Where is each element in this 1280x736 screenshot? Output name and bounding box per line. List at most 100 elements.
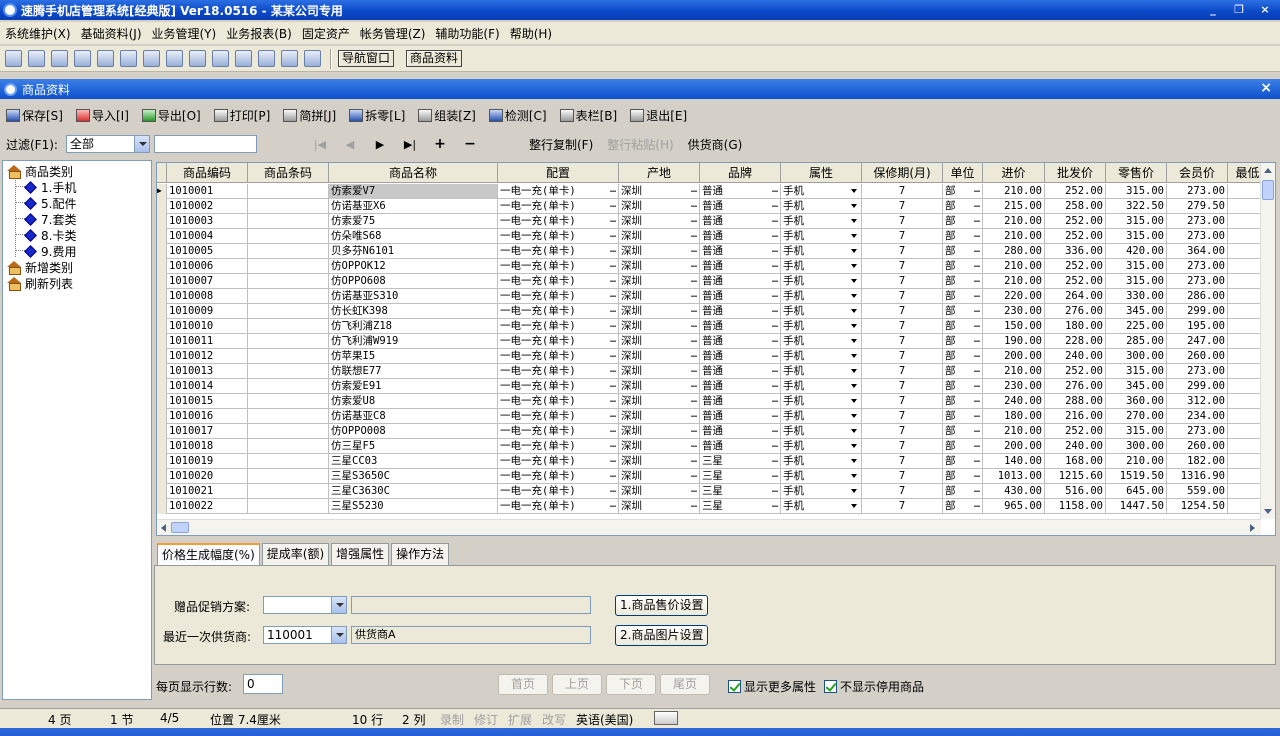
table-cell[interactable]: 288.00 xyxy=(1045,394,1106,409)
table-cell[interactable]: 部 xyxy=(943,334,983,349)
table-cell[interactable]: 210.00 xyxy=(983,184,1045,199)
table-cell[interactable]: 240.00 xyxy=(1045,349,1106,364)
table-cell[interactable]: 一电一充(单卡) xyxy=(498,274,619,289)
column-header[interactable]: 属性 xyxy=(781,163,862,183)
split-button[interactable]: 拆零[L] xyxy=(349,107,405,124)
table-cell[interactable]: 深圳 xyxy=(619,199,700,214)
table-cell[interactable]: 部 xyxy=(943,349,983,364)
row-indicator[interactable] xyxy=(157,244,167,259)
table-cell[interactable]: 1010011 xyxy=(167,334,248,349)
table-cell[interactable]: 1010019 xyxy=(167,454,248,469)
row-indicator[interactable] xyxy=(157,484,167,499)
table-cell[interactable]: 深圳 xyxy=(619,439,700,454)
horizontal-scrollbar[interactable] xyxy=(157,519,1261,535)
table-cell[interactable]: 7 xyxy=(862,439,943,454)
table-cell[interactable]: 部 xyxy=(943,199,983,214)
table-cell[interactable]: 240.00 xyxy=(1045,439,1106,454)
table-cell[interactable] xyxy=(248,364,329,379)
table-cell[interactable]: 部 xyxy=(943,409,983,424)
table-cell[interactable]: 279.50 xyxy=(1167,199,1228,214)
table-cell[interactable]: 273.00 xyxy=(1167,424,1228,439)
table-cell[interactable]: 深圳 xyxy=(619,454,700,469)
table-cell[interactable]: 345.00 xyxy=(1106,379,1167,394)
table-cell[interactable]: 210.00 xyxy=(983,274,1045,289)
tree-item-cards[interactable]: 8.卡类 xyxy=(24,227,76,243)
assemble-button[interactable]: 组装[Z] xyxy=(418,107,476,124)
table-cell[interactable]: 276.00 xyxy=(1045,379,1106,394)
table-cell[interactable]: 230.00 xyxy=(983,379,1045,394)
table-cell[interactable]: 部 xyxy=(943,484,983,499)
column-header[interactable]: 商品编码 xyxy=(167,163,248,183)
table-cell[interactable]: 一电一充(单卡) xyxy=(498,454,619,469)
filter-input[interactable] xyxy=(154,135,257,153)
table-cell[interactable]: 195.00 xyxy=(1167,319,1228,334)
table-cell[interactable]: 仿OPPOK12 xyxy=(329,259,498,274)
maximize-button[interactable]: ❐ xyxy=(1228,2,1250,18)
show-more-checkbox[interactable]: 显示更多属性 xyxy=(728,678,816,695)
table-cell[interactable]: 516.00 xyxy=(1045,484,1106,499)
table-cell[interactable]: 一电一充(单卡) xyxy=(498,379,619,394)
table-cell[interactable]: 手机 xyxy=(781,394,862,409)
table-cell[interactable]: 360.00 xyxy=(1106,394,1167,409)
table-cell[interactable]: 7 xyxy=(862,424,943,439)
table-cell[interactable]: 手机 xyxy=(781,439,862,454)
table-cell[interactable]: 559.00 xyxy=(1167,484,1228,499)
table-cell[interactable]: 手机 xyxy=(781,214,862,229)
row-indicator[interactable] xyxy=(157,454,167,469)
table-cell[interactable]: 仿飞利浦W919 xyxy=(329,334,498,349)
table-cell[interactable] xyxy=(248,199,329,214)
table-cell[interactable]: 一电一充(单卡) xyxy=(498,244,619,259)
column-header[interactable]: 进价 xyxy=(983,163,1045,183)
row-indicator[interactable] xyxy=(157,349,167,364)
table-cell[interactable]: 1010020 xyxy=(167,469,248,484)
table-cell[interactable]: 200.00 xyxy=(983,349,1045,364)
table-cell[interactable]: 手机 xyxy=(781,259,862,274)
prev-record-icon[interactable]: ◀ xyxy=(341,138,359,151)
folder-icon[interactable] xyxy=(189,50,206,67)
simple-spell-button[interactable]: 简拼[J] xyxy=(283,107,336,124)
table-cell[interactable]: 7 xyxy=(862,469,943,484)
menu-accounts[interactable]: 帐务管理(Z) xyxy=(355,25,431,42)
table-cell[interactable]: 252.00 xyxy=(1045,229,1106,244)
table-cell[interactable]: 仿索爱V7 xyxy=(329,184,498,199)
column-header[interactable]: 产地 xyxy=(619,163,700,183)
column-header[interactable]: 单位 xyxy=(943,163,983,183)
table-cell[interactable]: 168.00 xyxy=(1045,454,1106,469)
table-cell[interactable]: 部 xyxy=(943,364,983,379)
table-cell[interactable]: 仿长虹K398 xyxy=(329,304,498,319)
table-cell[interactable]: 315.00 xyxy=(1106,424,1167,439)
table-cell[interactable]: 7 xyxy=(862,289,943,304)
table-cell[interactable]: 仿三星F5 xyxy=(329,439,498,454)
help-icon[interactable] xyxy=(281,50,298,67)
table-cell[interactable]: 部 xyxy=(943,454,983,469)
table-cell[interactable] xyxy=(248,454,329,469)
table-cell[interactable] xyxy=(248,499,329,514)
table-cell[interactable]: 252.00 xyxy=(1045,214,1106,229)
table-row[interactable]: 1010008 仿诺基亚S310一电一充(单卡)深圳普通手机7部220.00264… xyxy=(157,289,1268,304)
table-cell[interactable]: 1010004 xyxy=(167,229,248,244)
chevron-down-icon[interactable] xyxy=(331,597,346,613)
table-cell[interactable]: 228.00 xyxy=(1045,334,1106,349)
table-cell[interactable]: 普通 xyxy=(700,364,781,379)
supplier-select[interactable]: 110001 xyxy=(263,626,347,644)
table-row[interactable]: 1010013 仿联想E77一电一充(单卡)深圳普通手机7部210.00252.0… xyxy=(157,364,1268,379)
table-row[interactable]: 1010003 仿索爱75一电一充(单卡)深圳普通手机7部210.00252.00… xyxy=(157,214,1268,229)
table-cell[interactable]: 普通 xyxy=(700,184,781,199)
row-indicator[interactable] xyxy=(157,229,167,244)
table-cell[interactable]: 215.00 xyxy=(983,199,1045,214)
table-cell[interactable]: 深圳 xyxy=(619,379,700,394)
table-cell[interactable]: 7 xyxy=(862,409,943,424)
table-cell[interactable]: 一电一充(单卡) xyxy=(498,424,619,439)
table-cell[interactable]: 190.00 xyxy=(983,334,1045,349)
tree-item-fees[interactable]: 9.费用 xyxy=(24,243,76,259)
menu-help[interactable]: 帮助(H) xyxy=(505,25,557,42)
table-cell[interactable]: 部 xyxy=(943,319,983,334)
table-cell[interactable] xyxy=(248,184,329,199)
last-record-icon[interactable]: ▶| xyxy=(401,138,419,151)
table-cell[interactable]: 1010006 xyxy=(167,259,248,274)
table-cell[interactable]: 364.00 xyxy=(1167,244,1228,259)
scroll-thumb[interactable] xyxy=(1262,180,1274,200)
paste-row-button[interactable]: 整行粘贴(H) xyxy=(607,136,673,153)
form-icon[interactable] xyxy=(28,50,45,67)
disk-icon[interactable] xyxy=(235,50,252,67)
